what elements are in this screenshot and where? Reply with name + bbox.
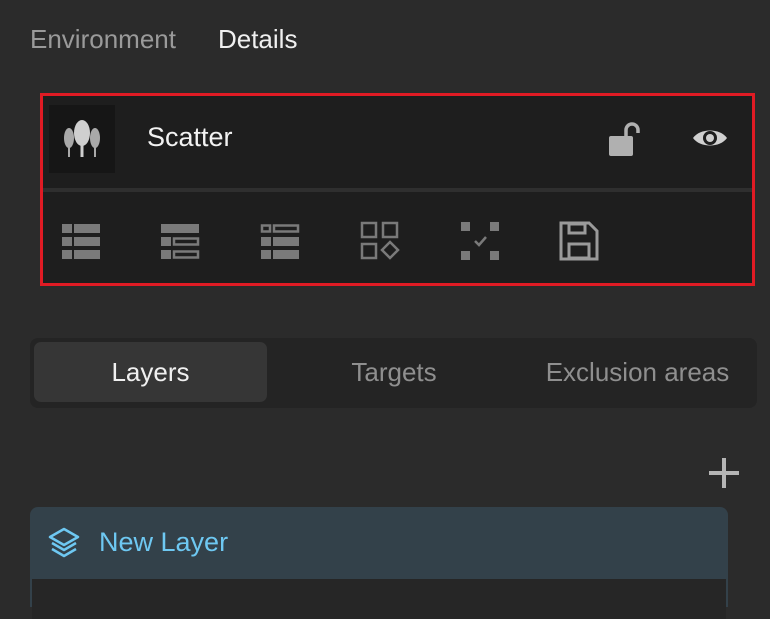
grid-shapes-icon[interactable] <box>359 220 401 262</box>
layer-name: New Layer <box>99 527 229 557</box>
unlocked-padlock-icon[interactable] <box>606 120 646 158</box>
scatter-panel: Scatter <box>40 93 755 286</box>
tab-environment[interactable]: Environment <box>30 24 176 55</box>
sub-tab-bar: Layers Targets Exclusion areas <box>30 338 757 408</box>
tab-targets[interactable]: Targets <box>280 342 508 402</box>
tab-layers[interactable]: Layers <box>34 342 267 402</box>
scatter-header: Scatter <box>43 96 752 188</box>
eye-icon[interactable] <box>691 124 729 152</box>
layer-body <box>32 579 726 619</box>
scatter-toolbar <box>43 192 752 286</box>
layer-header[interactable]: New Layer <box>30 507 728 579</box>
list-detail-icon[interactable] <box>159 220 201 262</box>
layers-icon <box>47 526 81 560</box>
plus-icon[interactable] <box>707 456 741 490</box>
tab-exclusion-areas[interactable]: Exclusion areas <box>520 342 755 402</box>
trees-icon <box>49 105 115 173</box>
save-icon[interactable] <box>558 220 600 262</box>
layer-card[interactable]: New Layer <box>30 507 728 619</box>
list-view-icon[interactable] <box>60 220 102 262</box>
scatter-title: Scatter <box>147 122 233 152</box>
list-compact-icon[interactable] <box>259 220 301 262</box>
top-tab-bar: Environment Details <box>30 24 297 55</box>
select-corners-icon[interactable] <box>459 220 501 262</box>
tab-details[interactable]: Details <box>218 24 297 55</box>
